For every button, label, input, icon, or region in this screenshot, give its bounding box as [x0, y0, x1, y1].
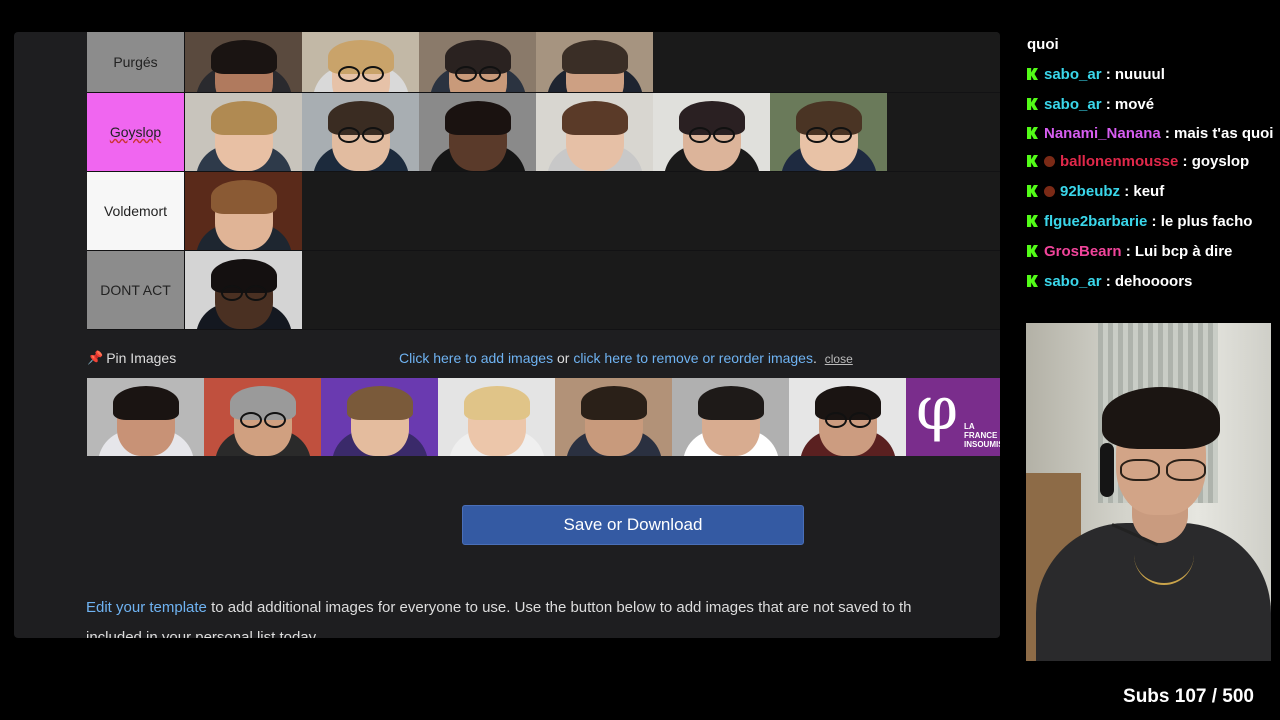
webcam-feed	[1026, 323, 1271, 661]
subs-counter: Subs 107 / 500	[1123, 686, 1254, 707]
info-text-cut: included in your personal list today	[86, 629, 317, 638]
pin-links: Click here to add images or click here t…	[399, 350, 853, 366]
chat-username[interactable]: sabo_ar	[1044, 273, 1102, 290]
chat-username[interactable]: ballonenmousse	[1060, 153, 1178, 170]
tier-items	[185, 172, 1000, 250]
pinned-image[interactable]	[789, 378, 906, 456]
tier-label[interactable]: DONT ACT	[87, 251, 185, 329]
tier-image[interactable]	[185, 251, 302, 329]
tier-row: Goyslop	[87, 93, 1000, 172]
chat-message: sabo_ar : nuuuul	[1027, 60, 1280, 90]
period-text: .	[812, 350, 817, 366]
kick-icon	[1027, 127, 1038, 139]
tier-items	[185, 32, 1000, 92]
browser-capture: Purgés Goyslop Voldemort DONT ACT 📌 Pin Ima…	[14, 32, 1000, 638]
chat-username[interactable]: GrosBearn	[1044, 243, 1122, 260]
chat-text: : goyslop	[1182, 153, 1250, 170]
phi-logo-icon: φ	[916, 378, 959, 444]
tier-label[interactable]: Purgés	[87, 32, 185, 92]
close-link[interactable]: close	[825, 352, 853, 366]
tier-image[interactable]	[185, 93, 302, 171]
chat-message: ballonenmousse : goyslop	[1027, 147, 1280, 177]
tier-image[interactable]	[185, 32, 302, 92]
tier-label[interactable]: Voldemort	[87, 172, 185, 250]
tier-image[interactable]	[419, 32, 536, 92]
info-text: Edit your template to add additional ima…	[86, 599, 912, 616]
chat-username[interactable]: sabo_ar	[1044, 66, 1102, 83]
pinned-image[interactable]	[321, 378, 438, 456]
stream-chat: quoi sabo_ar : nuuuul sabo_ar : mové Nanami…	[1027, 30, 1280, 297]
chat-message: GrosBearn : Lui bcp à dire	[1027, 237, 1280, 267]
chat-message: flgue2barbarie : le plus facho	[1027, 207, 1280, 237]
chat-text: : keuf	[1124, 183, 1165, 200]
tier-image[interactable]	[770, 93, 887, 171]
or-text: or	[556, 350, 570, 366]
chat-text: : mové	[1105, 96, 1155, 113]
pinned-images-row: φLAFRANCEINSOUMISE	[87, 378, 1000, 456]
pinned-image[interactable]	[204, 378, 321, 456]
pinned-image[interactable]	[438, 378, 555, 456]
kick-icon	[1027, 98, 1038, 110]
pinned-image[interactable]	[87, 378, 204, 456]
tier-image[interactable]	[419, 93, 536, 171]
tier-items	[185, 93, 1000, 171]
tier-image[interactable]	[302, 93, 419, 171]
kick-icon	[1027, 245, 1038, 257]
pinned-image[interactable]	[555, 378, 672, 456]
kick-icon	[1027, 275, 1038, 287]
chat-text: : nuuuul	[1105, 66, 1165, 83]
lfi-logo-image[interactable]: φLAFRANCEINSOUMISE	[906, 378, 1000, 456]
tier-image[interactable]	[185, 172, 302, 250]
ball-badge-icon	[1044, 186, 1055, 197]
tier-list: Purgés Goyslop Voldemort DONT ACT	[87, 32, 1000, 330]
tier-row: Voldemort	[87, 172, 1000, 251]
chat-message: sabo_ar : mové	[1027, 90, 1280, 120]
tier-row: DONT ACT	[87, 251, 1000, 330]
chat-username[interactable]: sabo_ar	[1044, 96, 1102, 113]
lfi-logo-text: LAFRANCEINSOUMISE	[964, 422, 1000, 449]
chat-username[interactable]: Nanami_Nanana	[1044, 125, 1161, 142]
kick-icon	[1027, 185, 1038, 197]
pin-images-label: 📌 Pin Images	[87, 350, 177, 366]
kick-icon	[1027, 68, 1038, 80]
save-download-button[interactable]: Save or Download	[462, 505, 804, 545]
chat-username[interactable]: flgue2barbarie	[1044, 213, 1147, 230]
chat-message: 92beubz : keuf	[1027, 177, 1280, 207]
add-images-link[interactable]: Click here to add images	[399, 350, 553, 366]
tier-label[interactable]: Goyslop	[87, 93, 185, 171]
chat-text: : Lui bcp à dire	[1125, 243, 1233, 260]
pushpin-icon: 📌	[87, 350, 104, 365]
chat-text: : mais t'as quoi	[1164, 125, 1274, 142]
chat-message: Nanami_Nanana : mais t'as quoi	[1027, 120, 1280, 147]
pinned-image[interactable]	[672, 378, 789, 456]
tier-image[interactable]	[536, 32, 653, 92]
kick-icon	[1027, 155, 1038, 167]
pin-images-bar: 📌 Pin Images Click here to add images or…	[87, 348, 1000, 372]
edit-template-link[interactable]: Edit your template	[86, 599, 207, 616]
tier-image[interactable]	[536, 93, 653, 171]
chat-text: : le plus facho	[1151, 213, 1253, 230]
chat-message: quoi	[1027, 30, 1280, 60]
chat-text: quoi	[1027, 36, 1059, 53]
tier-image[interactable]	[653, 93, 770, 171]
tier-items	[185, 251, 1000, 329]
kick-icon	[1027, 215, 1038, 227]
tier-row: Purgés	[87, 32, 1000, 93]
tier-image[interactable]	[302, 32, 419, 92]
chat-username[interactable]: 92beubz	[1060, 183, 1120, 200]
chat-text: : dehoooors	[1105, 273, 1193, 290]
chat-message: sabo_ar : dehoooors	[1027, 267, 1280, 297]
remove-reorder-link[interactable]: click here to remove or reorder images	[573, 350, 813, 366]
ball-badge-icon	[1044, 156, 1055, 167]
